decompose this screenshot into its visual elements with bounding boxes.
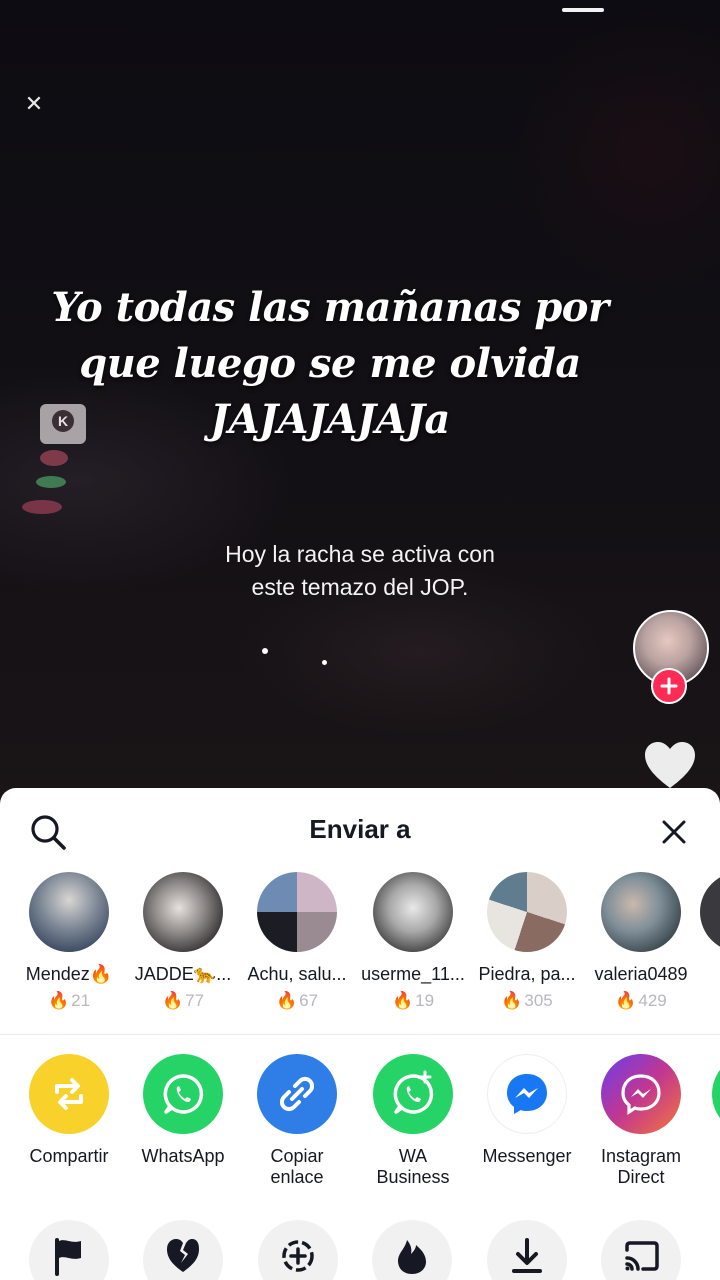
not-interested-button[interactable] [143,1220,223,1280]
flame-icon [398,1240,426,1274]
video-caption: Yo todas las mañanas por que luego se me… [20,280,640,448]
share-sheet-title: Enviar a [309,814,411,844]
divider [0,1034,720,1035]
contact-item[interactable]: Mendez🔥 🔥 21 [12,872,126,1011]
streak-count: 🔥 67 [275,991,319,1010]
share-app-label: WA Business [376,1146,450,1187]
streak-count: 🔥 305 [501,991,553,1010]
share-app-copy-link[interactable]: Copiar enlace [240,1054,354,1188]
download-button[interactable] [487,1220,567,1280]
instagram-direct-icon [601,1054,681,1134]
street-light [22,500,62,514]
cast-icon [625,1241,659,1271]
street-light [36,476,66,488]
contact-name: Piedra, pa... [478,964,576,984]
streak-count: 🔥 19 [391,991,435,1010]
avatar [143,872,223,952]
subcaption-line: Hoy la racha se activa con [225,541,495,567]
contact-list: Mendez🔥 🔥 21 JADDE🐆... 🔥 77 Achu, salu... … [0,872,720,1012]
share-app-instagram-direct[interactable]: Instagram Direct [584,1054,698,1188]
caption-line: JAJAJAJAJa [210,396,450,443]
streak-flame-icon: 🔥 [501,991,523,1010]
contact-item[interactable] [700,872,720,952]
streak-count: 🔥 21 [47,991,91,1010]
share-app-label: WhatsApp [141,1146,225,1166]
street-light [40,450,68,466]
avatar [29,872,109,952]
avatar [487,872,567,952]
like-heart-icon[interactable] [643,740,697,790]
avatar [700,872,720,952]
download-icon [512,1238,542,1273]
contact-name: Achu, salu... [247,964,347,984]
share-app-partial[interactable] [712,1054,720,1134]
streak-flame-icon: 🔥 [275,991,298,1010]
contact-item[interactable]: userme_11... 🔥 19 [356,872,470,1011]
share-app-label: Messenger [482,1146,572,1166]
video-background[interactable]: ✕ K Yo todas las mañanas por que luego s… [0,0,720,800]
cast-button[interactable] [601,1220,681,1280]
link-icon [257,1054,337,1134]
report-button[interactable] [29,1220,109,1280]
follow-plus-icon[interactable] [651,668,687,704]
whatsapp-business-icon [373,1054,453,1134]
street-light [322,660,327,665]
share-app-whatsapp[interactable]: WhatsApp [126,1054,240,1167]
share-app-label: Instagram Direct [600,1146,682,1187]
streak-flame-icon: 🔥 [615,991,637,1010]
caption-line: Yo todas las mañanas por [51,284,609,331]
contact-item[interactable]: valeria0489 🔥 429 [584,872,698,1011]
app-icon [712,1054,720,1134]
streak-flame-icon: 🔥 [47,991,70,1010]
caption-line: que luego se me olvida [79,340,581,387]
share-sheet: Enviar a Mendez🔥 🔥 21 JADDE🐆... 🔥 77 Achu,… [0,788,720,1280]
contact-item[interactable]: Piedra, pa... 🔥 305 [470,872,584,1011]
close-icon[interactable] [658,816,690,848]
home-indicator [562,8,604,12]
contact-name: userme_11... [361,964,465,984]
promote-button[interactable] [372,1220,452,1280]
action-toolbar [0,1220,720,1280]
streak-flame-icon: 🔥 [391,991,414,1010]
streak-count: 🔥 77 [161,991,205,1010]
duet-icon [282,1240,314,1272]
subcaption-line: este temazo del JOP. [251,574,469,600]
broken-heart-icon [167,1239,199,1272]
contact-item[interactable]: Achu, salu... 🔥 67 [240,872,354,1011]
flag-icon [55,1238,81,1276]
video-subcaption: Hoy la racha se activa con este temazo d… [160,538,560,604]
contact-name: Mendez🔥 [25,964,113,984]
share-app-messenger[interactable]: Messenger [470,1054,584,1167]
share-app-list: Compartir WhatsApp Copiar enlace WA Busine… [0,1054,720,1194]
contact-name: valeria0489 [594,964,688,984]
avatar [257,872,337,952]
share-app-wa-business[interactable]: WA Business [356,1054,470,1188]
share-app-label: Compartir [29,1146,109,1166]
messenger-icon [487,1054,567,1134]
duet-button[interactable] [258,1220,338,1280]
avatar [601,872,681,952]
repost-icon [29,1054,109,1134]
street-light [262,648,268,654]
streak-count: 🔥 429 [615,991,667,1010]
share-app-compartir[interactable]: Compartir [12,1054,126,1167]
streak-flame-icon: 🔥 [161,991,184,1010]
contact-name: JADDE🐆... [134,964,232,984]
whatsapp-icon [143,1054,223,1134]
share-app-label: Copiar enlace [270,1146,324,1187]
close-icon[interactable]: ✕ [22,92,46,116]
avatar [373,872,453,952]
contact-item[interactable]: JADDE🐆... 🔥 77 [126,872,240,1011]
